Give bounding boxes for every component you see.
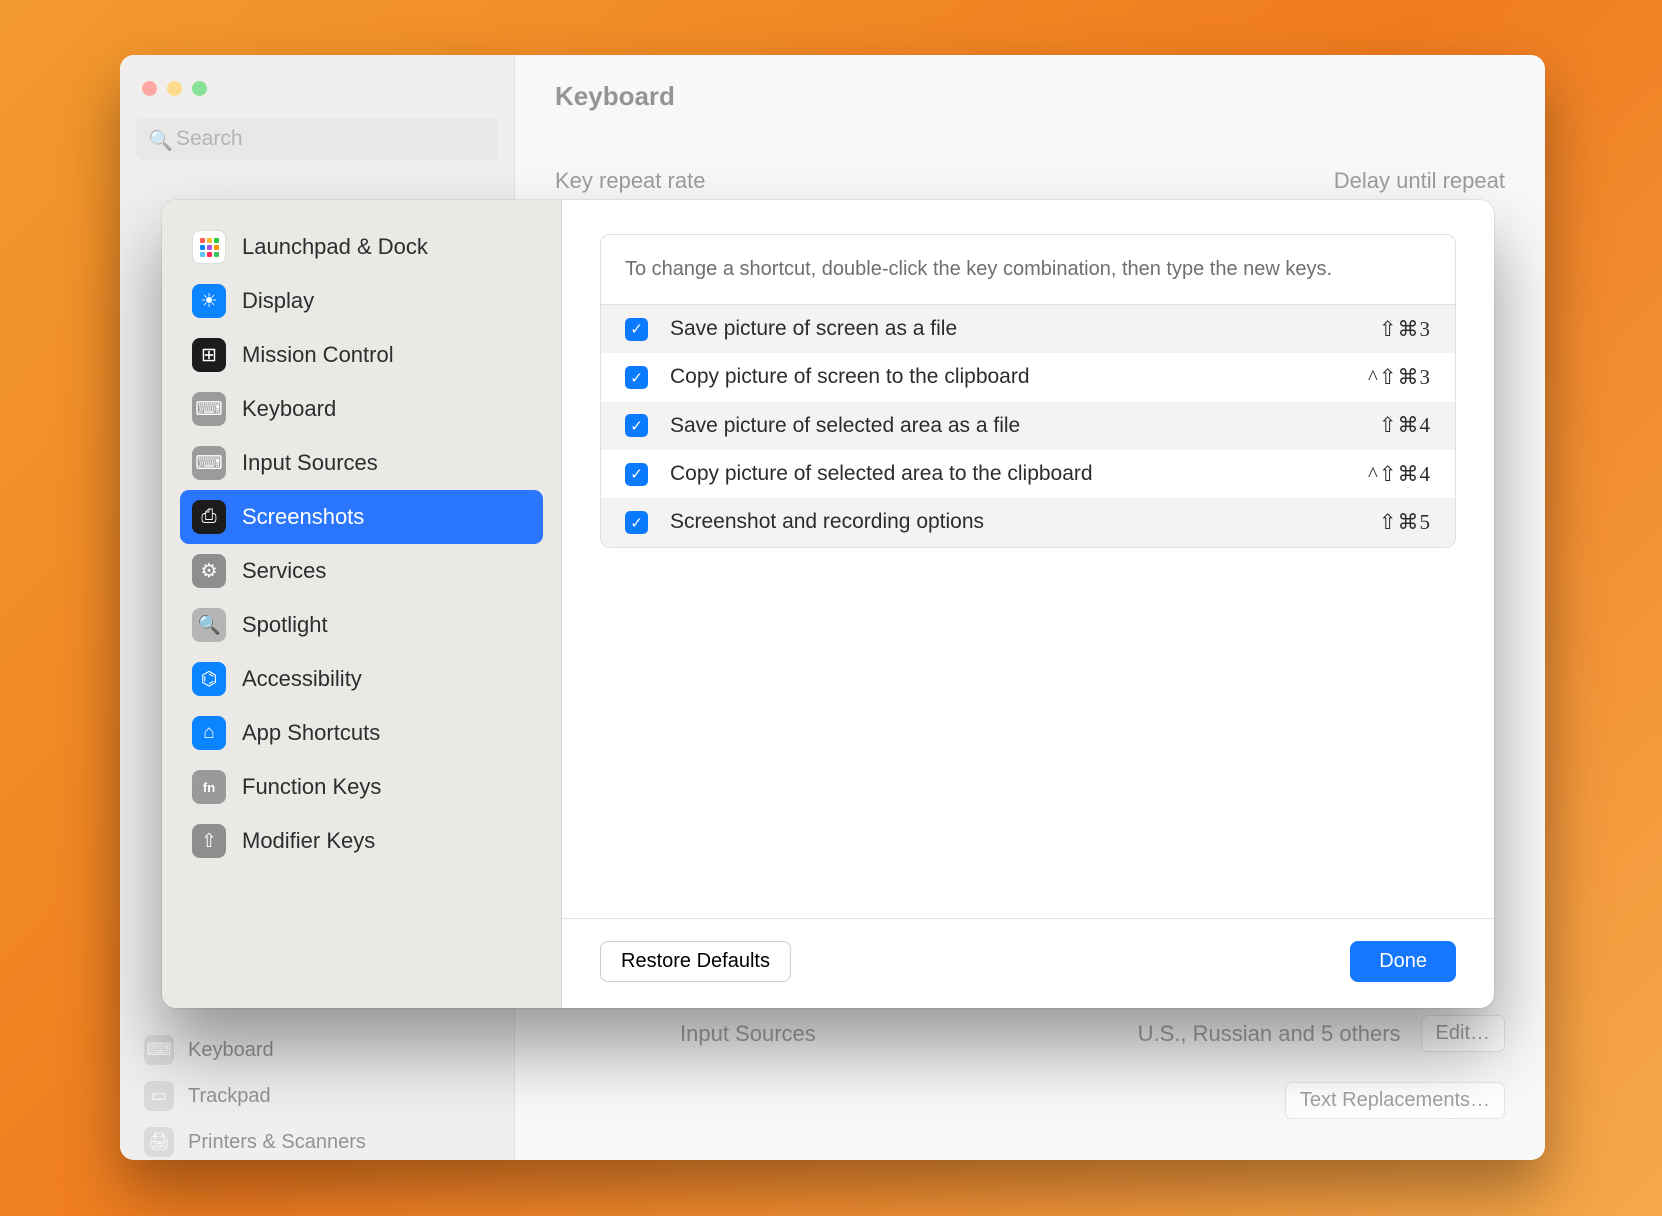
shortcut-row[interactable]: ✓ Save picture of screen as a file ⇧⌘3 <box>601 305 1455 353</box>
shortcut-label: Save picture of screen as a file <box>670 315 1357 343</box>
keyboard-shortcuts-sheet: Launchpad & Dock ☀︎ Display ⊞ Mission Contro… <box>162 200 1494 1008</box>
category-label: App Shortcuts <box>242 720 380 746</box>
mission-icon: ⊞ <box>192 338 226 372</box>
category-label: Modifier Keys <box>242 828 375 854</box>
launchpad-icon <box>192 230 226 264</box>
category-screenshots[interactable]: ⎙ Screenshots <box>180 490 543 544</box>
shortcut-checkbox[interactable]: ✓ <box>625 463 648 486</box>
category-modifier[interactable]: ⇧ Modifier Keys <box>180 814 543 868</box>
display-icon: ☀︎ <box>192 284 226 318</box>
shortcut-row[interactable]: ✓ Copy picture of screen to the clipboard… <box>601 353 1455 401</box>
category-label: Mission Control <box>242 342 394 368</box>
shortcut-keys[interactable]: ^⇧⌘3 <box>1368 365 1431 390</box>
shortcut-checkbox[interactable]: ✓ <box>625 318 648 341</box>
shortcut-checkbox[interactable]: ✓ <box>625 511 648 534</box>
appsc-icon: ⌂ <box>192 716 226 750</box>
shortcut-main: To change a shortcut, double-click the k… <box>562 200 1494 1008</box>
shortcut-label: Screenshot and recording options <box>670 508 1357 536</box>
spotlight-icon: 🔍 <box>192 608 226 642</box>
done-button[interactable]: Done <box>1350 941 1456 982</box>
input-icon: ⌨︎ <box>192 446 226 480</box>
restore-defaults-button[interactable]: Restore Defaults <box>600 941 791 982</box>
category-label: Services <box>242 558 326 584</box>
services-icon: ⚙︎ <box>192 554 226 588</box>
keyboard-icon: ⌨︎ <box>192 392 226 426</box>
screenshots-icon: ⎙ <box>192 500 226 534</box>
accessibility-icon: ⌬ <box>192 662 226 696</box>
modifier-icon: ⇧ <box>192 824 226 858</box>
category-accessibility[interactable]: ⌬ Accessibility <box>180 652 543 706</box>
category-label: Input Sources <box>242 450 378 476</box>
shortcut-row[interactable]: ✓ Save picture of selected area as a file… <box>601 402 1455 450</box>
shortcut-keys[interactable]: ^⇧⌘4 <box>1368 462 1431 487</box>
category-label: Spotlight <box>242 612 328 638</box>
category-label: Keyboard <box>242 396 336 422</box>
fn-icon: fn <box>192 770 226 804</box>
sheet-footer: Restore Defaults Done <box>562 918 1494 1008</box>
shortcut-row[interactable]: ✓ Copy picture of selected area to the cl… <box>601 450 1455 498</box>
shortcut-checkbox[interactable]: ✓ <box>625 414 648 437</box>
shortcut-row[interactable]: ✓ Screenshot and recording options ⇧⌘5 <box>601 498 1455 546</box>
shortcut-pane: To change a shortcut, double-click the k… <box>600 234 1456 548</box>
category-label: Display <box>242 288 314 314</box>
category-spotlight[interactable]: 🔍 Spotlight <box>180 598 543 652</box>
category-label: Accessibility <box>242 666 362 692</box>
shortcut-label: Copy picture of screen to the clipboard <box>670 363 1346 391</box>
category-label: Screenshots <box>242 504 364 530</box>
category-appsc[interactable]: ⌂ App Shortcuts <box>180 706 543 760</box>
category-input[interactable]: ⌨︎ Input Sources <box>180 436 543 490</box>
shortcut-keys[interactable]: ⇧⌘3 <box>1379 317 1431 342</box>
category-display[interactable]: ☀︎ Display <box>180 274 543 328</box>
category-keyboard[interactable]: ⌨︎ Keyboard <box>180 382 543 436</box>
category-label: Function Keys <box>242 774 381 800</box>
category-label: Launchpad & Dock <box>242 234 428 260</box>
category-launchpad[interactable]: Launchpad & Dock <box>180 220 543 274</box>
shortcut-help-text: To change a shortcut, double-click the k… <box>601 235 1455 305</box>
category-services[interactable]: ⚙︎ Services <box>180 544 543 598</box>
category-fn[interactable]: fn Function Keys <box>180 760 543 814</box>
shortcut-keys[interactable]: ⇧⌘4 <box>1379 413 1431 438</box>
shortcut-label: Copy picture of selected area to the cli… <box>670 460 1346 488</box>
shortcut-label: Save picture of selected area as a file <box>670 412 1357 440</box>
shortcut-list: ✓ Save picture of screen as a file ⇧⌘3 ✓ Cop… <box>601 305 1455 547</box>
shortcut-keys[interactable]: ⇧⌘5 <box>1379 510 1431 535</box>
shortcut-checkbox[interactable]: ✓ <box>625 366 648 389</box>
shortcut-categories: Launchpad & Dock ☀︎ Display ⊞ Mission Contro… <box>162 200 562 1008</box>
category-mission[interactable]: ⊞ Mission Control <box>180 328 543 382</box>
